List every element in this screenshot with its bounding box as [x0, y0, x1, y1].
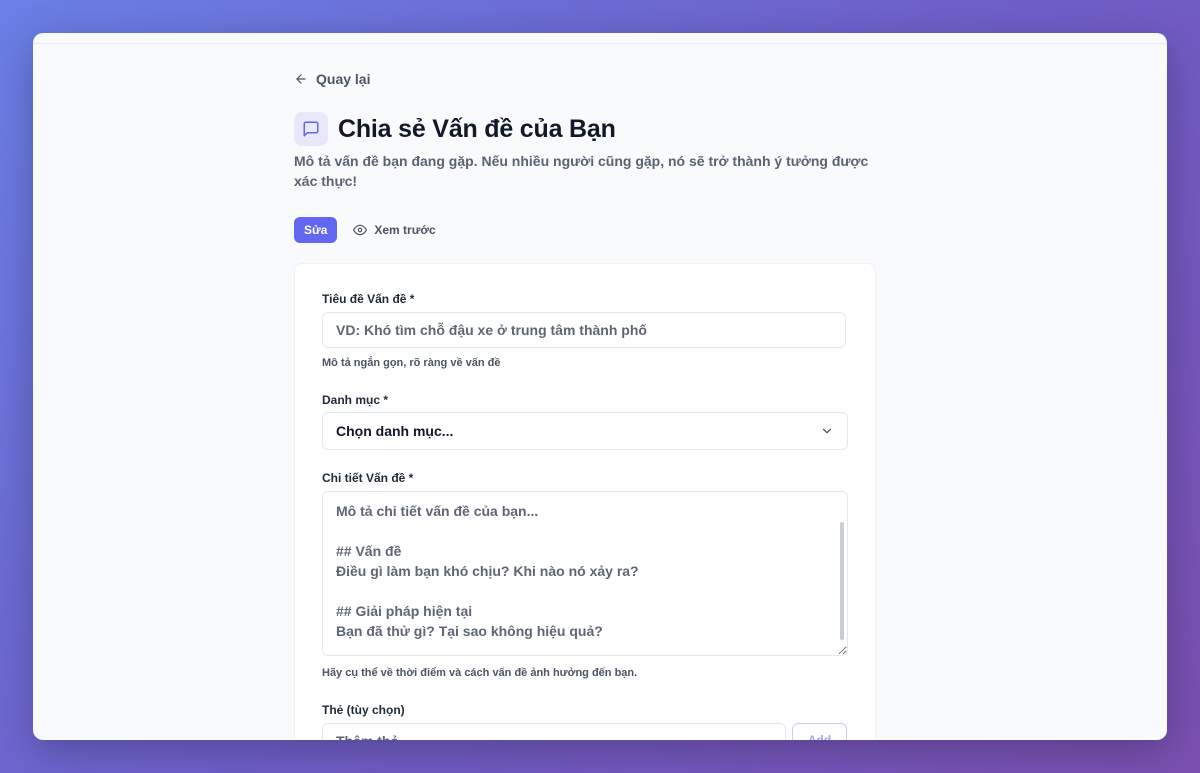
tab-preview-label: Xem trước	[374, 223, 436, 237]
editor-tabs: Sửa Xem trước	[294, 217, 436, 243]
textarea-scrollbar[interactable]	[840, 522, 844, 640]
page-title: Chia sẻ Vấn đề của Bạn	[338, 114, 616, 143]
title-row: Chia sẻ Vấn đề của Bạn	[294, 112, 616, 146]
back-link[interactable]: Quay lại	[294, 71, 370, 87]
back-label: Quay lại	[316, 71, 371, 87]
eye-icon	[353, 224, 368, 236]
message-square-icon	[294, 112, 328, 146]
form-card: Tiêu đề Vấn đề * Mô tả ngắn gọn, rõ ràng…	[294, 263, 876, 740]
arrow-left-icon	[296, 74, 306, 84]
details-field-label: Chi tiết Vấn đề *	[322, 471, 414, 485]
page-subtitle: Mô tả vấn đề bạn đang gặp. Nếu nhiều ngư…	[294, 153, 869, 189]
title-field-helper: Mô tả ngắn gọn, rõ ràng về vấn đề	[322, 357, 501, 369]
add-tag-button[interactable]: Add	[792, 723, 847, 740]
tags-input[interactable]	[322, 723, 786, 740]
category-select-value: Chọn danh mục...	[336, 423, 454, 439]
category-field-label: Danh mục *	[322, 393, 389, 407]
app-window: Quay lại Chia sẻ Vấn đề của Bạn Mô tả vấ…	[33, 33, 1167, 740]
details-field-helper: Hãy cụ thể về thời điểm và cách vấn đề ả…	[322, 667, 638, 679]
title-field-label: Tiêu đề Vấn đề *	[322, 292, 415, 306]
tab-edit[interactable]: Sửa	[294, 217, 338, 243]
details-textarea[interactable]	[322, 491, 848, 656]
tags-field-label: Thẻ (tùy chọn)	[322, 703, 405, 717]
chevron-down-icon	[822, 428, 832, 434]
title-input[interactable]	[322, 312, 846, 348]
top-divider	[33, 43, 1167, 44]
tab-preview[interactable]: Xem trước	[353, 223, 436, 237]
category-select[interactable]: Chọn danh mục...	[322, 412, 848, 450]
